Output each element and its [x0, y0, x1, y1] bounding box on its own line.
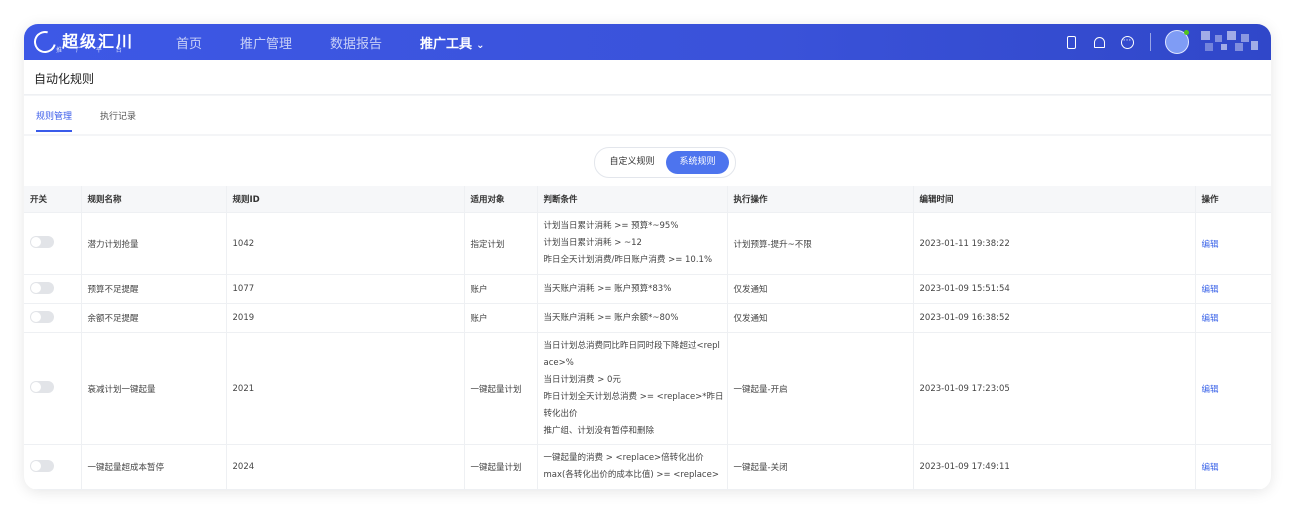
- condition-line: 当日计划总消费同比昨日同时段下降超过<repl: [543, 340, 720, 351]
- more-icon[interactable]: ···: [1120, 35, 1134, 49]
- tab-bar: 规则管理 执行记录: [24, 96, 1271, 134]
- column-header-rule-name: 规则名称: [81, 186, 227, 213]
- tab-rule-management[interactable]: 规则管理: [36, 109, 72, 122]
- rule-toggle-switch[interactable]: [30, 310, 54, 323]
- rule-action: 仅发通知: [727, 274, 914, 304]
- rule-id: 1077: [226, 274, 465, 304]
- rules-panel: 自定义规则 系统规则 开关 规则名称 规则ID 适用对象 判断条件 执行操作 编…: [24, 136, 1271, 490]
- nav-item-promotion-tools-label: 推广工具: [420, 36, 473, 52]
- condition-line: ace>%: [543, 357, 574, 368]
- edit-link[interactable]: 编辑: [1202, 385, 1219, 395]
- condition-line: 当天账户消耗 >= 账户预算*83%: [543, 283, 672, 294]
- custom-rules-button[interactable]: 自定义规则: [601, 151, 663, 174]
- rule-target: 账户: [464, 274, 538, 304]
- rule-edit-time: 2023-01-09 17:49:11: [913, 444, 1196, 490]
- rule-conditions: 计划当日累计消耗 >= 预算*~95% 计划当日累计消耗 > ~12 昨日全天计…: [537, 212, 728, 275]
- nav-item-data-report[interactable]: 数据报告: [330, 33, 382, 52]
- rule-target: 指定计划: [464, 212, 538, 275]
- phone-icon[interactable]: [1064, 35, 1078, 49]
- nav-item-home[interactable]: 首页: [176, 33, 202, 52]
- rule-edit-time: 2023-01-09 15:51:54: [913, 274, 1196, 304]
- condition-line: 昨日计划全天计划总消费 >= <replace>*昨日: [543, 391, 724, 402]
- column-header-edit-time: 编辑时间: [913, 186, 1196, 213]
- rule-target: 账户: [464, 303, 538, 333]
- column-header-rule-id: 规则ID: [226, 186, 465, 213]
- rule-name: 一键起量超成本暂停: [81, 444, 227, 490]
- rule-edit-time: 2023-01-11 19:38:22: [913, 212, 1196, 275]
- column-header-operation: 操作: [1195, 186, 1271, 213]
- rule-type-switch: 自定义规则 系统规则: [594, 147, 736, 178]
- system-rules-button[interactable]: 系统规则: [666, 151, 729, 174]
- rule-action: 一键起量-开启: [727, 332, 914, 445]
- rule-toggle-switch[interactable]: [30, 281, 54, 294]
- chevron-down-icon: ⌄: [476, 39, 485, 51]
- rule-edit-time: 2023-01-09 16:38:52: [913, 303, 1196, 333]
- rule-name: 余额不足提醒: [81, 303, 227, 333]
- column-header-switch: 开关: [24, 186, 82, 213]
- page-header: 自动化规则: [24, 60, 1271, 95]
- column-header-target: 适用对象: [464, 186, 538, 213]
- table-row: 预算不足提醒 1077 账户 当天账户消耗 >= 账户预算*83% 仅发通知 2…: [24, 274, 1271, 304]
- bell-icon[interactable]: [1092, 35, 1106, 49]
- app-window: 超级汇川 推 广 平 台 首页 推广管理 数据报告 推广工具 ⌄ ··· 自动化…: [24, 24, 1271, 490]
- rule-action: 计划预算-提升~不限: [727, 212, 914, 275]
- edit-link[interactable]: 编辑: [1202, 314, 1219, 324]
- rule-id: 1042: [226, 212, 465, 275]
- rule-conditions: 一键起量的消费 > <replace>倍转化出价 max(各转化出价的成本比值)…: [537, 444, 728, 490]
- rule-action: 仅发通知: [727, 303, 914, 333]
- rules-table: 开关 规则名称 规则ID 适用对象 判断条件 执行操作 编辑时间 操作 潜力计划…: [24, 186, 1271, 490]
- edit-link[interactable]: 编辑: [1202, 285, 1219, 295]
- table-row: 余额不足提醒 2019 账户 当天账户消耗 >= 账户余额*~80% 仅发通知 …: [24, 303, 1271, 333]
- username-redacted[interactable]: [1197, 29, 1261, 55]
- rule-conditions: 当日计划总消费同比昨日同时段下降超过<repl ace>% 当日计划消费 > 0…: [537, 332, 728, 445]
- nav-item-promotion-management[interactable]: 推广管理: [240, 33, 292, 52]
- page-title: 自动化规则: [34, 72, 95, 86]
- rule-name: 潜力计划抢量: [81, 212, 227, 275]
- rule-id: 2019: [226, 303, 465, 333]
- edit-link[interactable]: 编辑: [1202, 463, 1219, 473]
- active-tab-indicator: [36, 130, 72, 132]
- edit-link[interactable]: 编辑: [1202, 240, 1219, 250]
- condition-line: 当天账户消耗 >= 账户余额*~80%: [543, 312, 679, 323]
- main-nav: 首页 推广管理 数据报告 推广工具 ⌄: [176, 24, 522, 60]
- avatar[interactable]: [1165, 30, 1189, 54]
- rule-conditions: 当天账户消耗 >= 账户余额*~80%: [537, 303, 728, 333]
- condition-line: 计划当日累计消耗 > ~12: [543, 238, 642, 248]
- rule-name: 衰减计划一键起量: [81, 332, 227, 445]
- table-header-row: 开关 规则名称 规则ID 适用对象 判断条件 执行操作 编辑时间 操作: [24, 186, 1271, 213]
- tab-execution-records[interactable]: 执行记录: [100, 109, 136, 122]
- nav-item-promotion-tools[interactable]: 推广工具 ⌄: [420, 33, 484, 52]
- table-row: 潜力计划抢量 1042 指定计划 计划当日累计消耗 >= 预算*~95% 计划当…: [24, 212, 1271, 275]
- rule-id: 2024: [226, 444, 465, 490]
- rule-target: 一键起量计划: [464, 444, 538, 490]
- column-header-action: 执行操作: [727, 186, 914, 213]
- column-header-conditions: 判断条件: [537, 186, 728, 213]
- condition-line: 计划当日累计消耗 >= 预算*~95%: [543, 221, 679, 231]
- condition-line: max(各转化出价的成本比值) >= <replace>: [543, 470, 719, 480]
- condition-line: 一键起量的消费 > <replace>倍转化出价: [543, 453, 704, 463]
- condition-line: 当日计划消费 > 0元: [543, 374, 621, 385]
- rule-target: 一键起量计划: [464, 332, 538, 445]
- rule-action: 一键起量-关闭: [727, 444, 914, 490]
- online-status-dot: [1184, 30, 1189, 35]
- top-navigation-bar: 超级汇川 推 广 平 台 首页 推广管理 数据报告 推广工具 ⌄ ···: [24, 24, 1271, 60]
- table-row: 衰减计划一键起量 2021 一键起量计划 当日计划总消费同比昨日同时段下降超过<…: [24, 332, 1271, 445]
- condition-line: 转化出价: [543, 408, 578, 419]
- header-actions: ···: [1050, 24, 1261, 60]
- rule-toggle-switch[interactable]: [30, 381, 54, 393]
- brand-subtitle: 推 广 平 台: [56, 47, 128, 54]
- rule-name: 预算不足提醒: [81, 274, 227, 304]
- rule-id: 2021: [226, 332, 465, 445]
- rule-conditions: 当天账户消耗 >= 账户预算*83%: [537, 274, 728, 304]
- header-divider: [1150, 33, 1151, 51]
- condition-line: 昨日全天计划消费/昨日账户消费 >= 10.1%: [543, 255, 713, 265]
- rule-edit-time: 2023-01-09 17:23:05: [913, 332, 1196, 445]
- rule-toggle-switch[interactable]: [30, 236, 54, 248]
- condition-line: 推广组、计划没有暂停和删除: [543, 425, 655, 436]
- rule-toggle-switch[interactable]: [30, 459, 54, 472]
- table-row: 一键起量超成本暂停 2024 一键起量计划 一键起量的消费 > <replace…: [24, 444, 1271, 490]
